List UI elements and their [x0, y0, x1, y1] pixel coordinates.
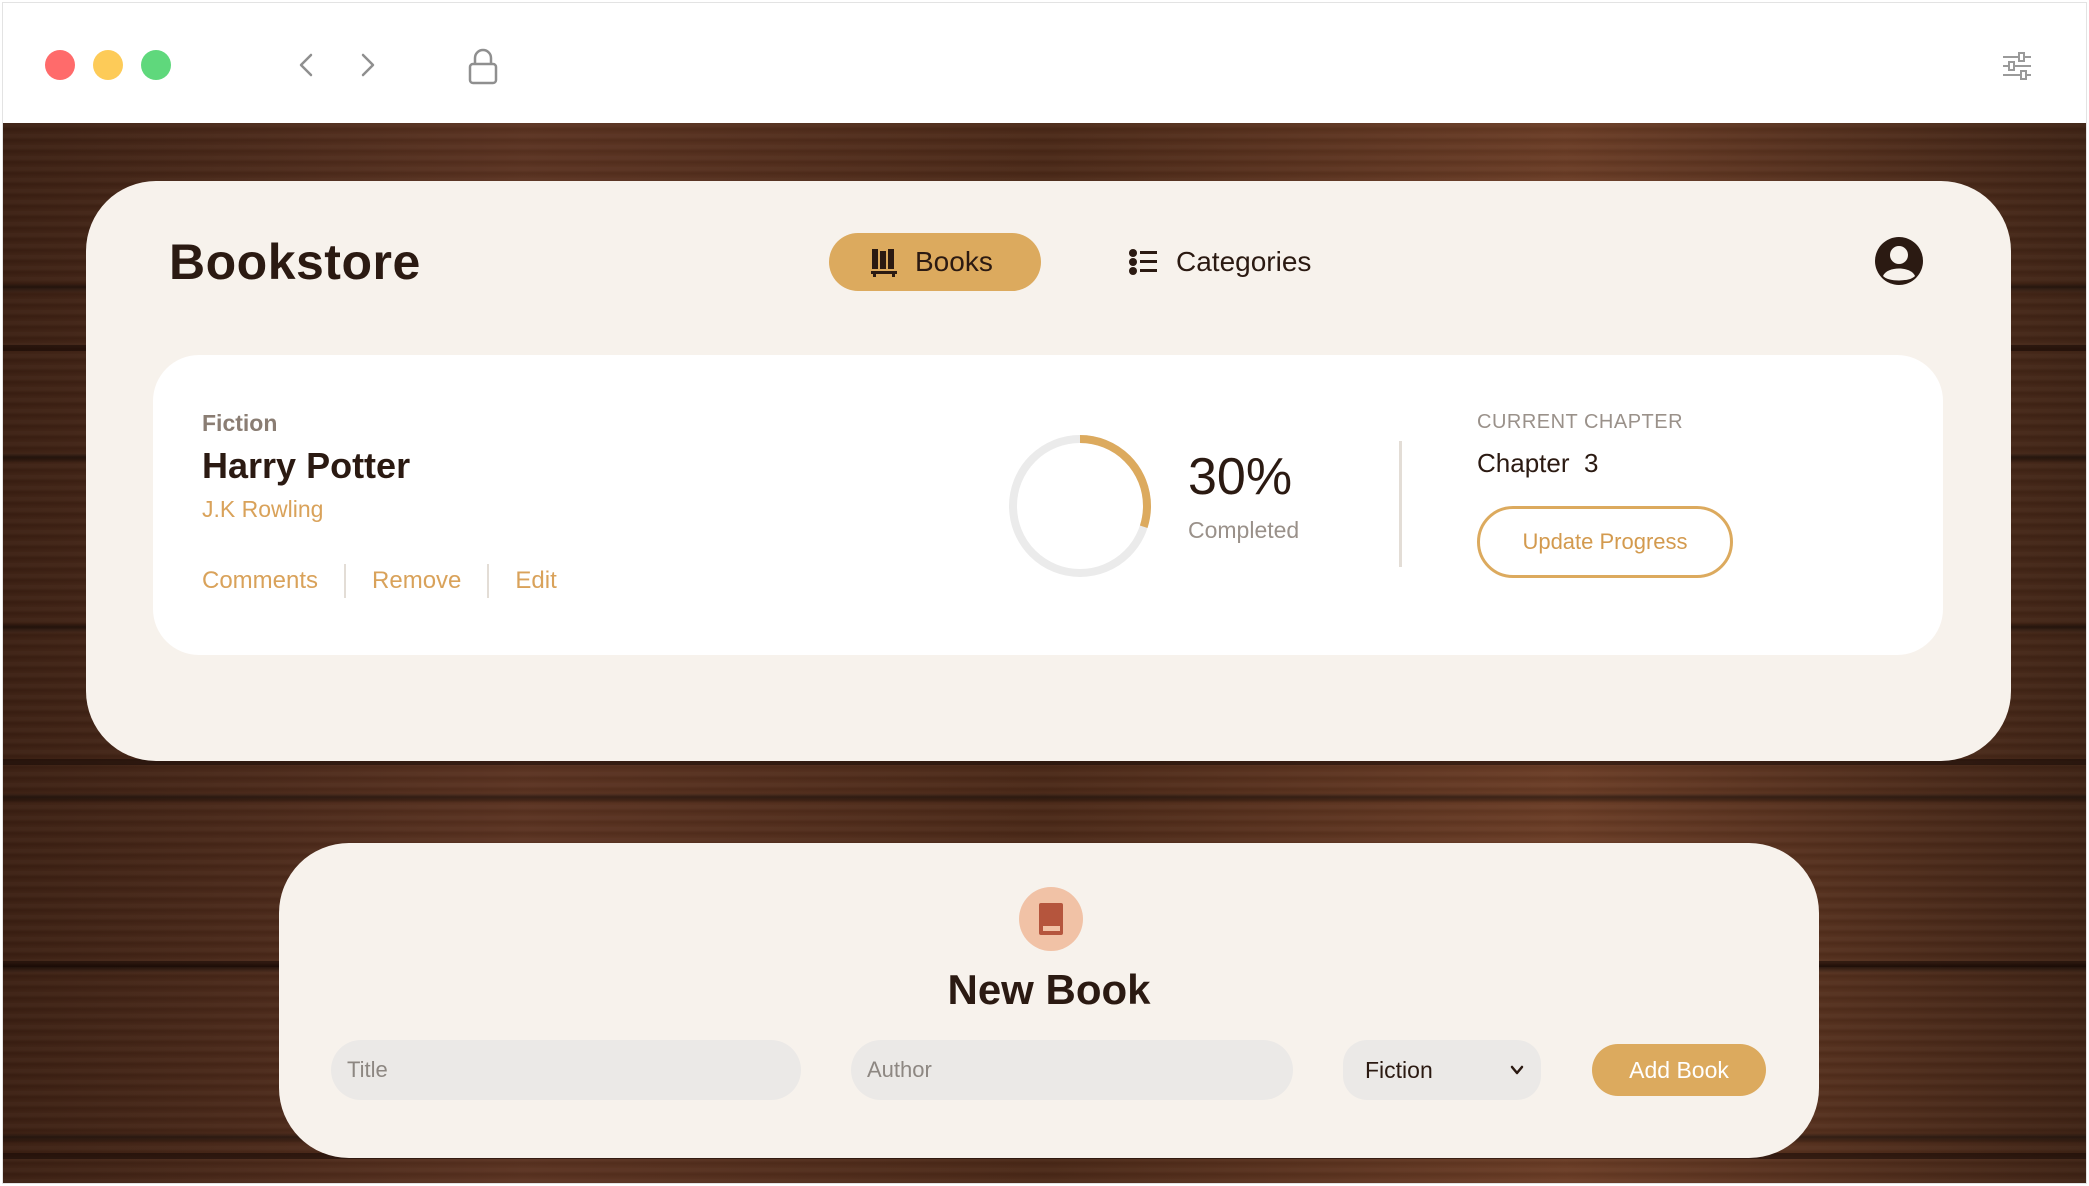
current-chapter-label: CURRENT CHAPTER	[1477, 411, 1684, 433]
progress-ring	[1009, 435, 1151, 577]
new-book-title: New Book	[947, 966, 1151, 1013]
edit-link[interactable]: Edit	[515, 567, 556, 595]
update-progress-button[interactable]: Update Progress	[1477, 506, 1733, 578]
current-chapter-value: Chapter 3	[1477, 448, 1599, 478]
bookstore-panel: Bookstore Books Categories Fiction Harry…	[86, 181, 2011, 761]
tab-categories-label: Categories	[1176, 246, 1312, 277]
list-icon	[1129, 249, 1157, 275]
bookshelf-icon	[871, 249, 897, 277]
lock-icon	[468, 48, 498, 85]
section-divider	[1399, 441, 1402, 567]
progress-percent: 30%	[1188, 448, 1293, 506]
title-input[interactable]	[331, 1040, 801, 1100]
minimize-window-button[interactable]	[93, 50, 123, 80]
settings-sliders-icon[interactable]	[2001, 51, 2033, 81]
add-book-button[interactable]: Add Book	[1592, 1044, 1766, 1096]
book-category: Fiction	[202, 410, 278, 436]
close-window-button[interactable]	[45, 50, 75, 80]
tab-categories[interactable]: Categories	[1122, 233, 1342, 291]
tab-books[interactable]: Books	[829, 233, 1041, 291]
maximize-window-button[interactable]	[141, 50, 171, 80]
chevron-down-icon	[1510, 1065, 1524, 1075]
author-input[interactable]	[851, 1040, 1293, 1100]
book-icon	[1019, 887, 1083, 951]
remove-link[interactable]: Remove	[372, 567, 461, 595]
browser-window: Bookstore Books Categories Fiction Harry…	[2, 2, 2087, 1184]
user-circle-icon[interactable]	[1873, 235, 1925, 287]
brand-title: Bookstore	[169, 234, 421, 290]
page-background: Bookstore Books Categories Fiction Harry…	[3, 123, 2086, 1183]
book-card: Fiction Harry Potter J.K Rowling Comment…	[153, 355, 1943, 655]
new-book-panel: New Book Fiction Add Book	[279, 843, 1819, 1158]
action-divider	[344, 564, 347, 598]
progress-completed-label: Completed	[1188, 517, 1300, 543]
comments-link[interactable]: Comments	[202, 567, 318, 595]
back-arrow-icon[interactable]	[289, 47, 325, 83]
forward-arrow-icon[interactable]	[349, 47, 385, 83]
book-actions: Comments Remove Edit	[202, 564, 557, 598]
action-divider	[487, 564, 490, 598]
book-author: J.K Rowling	[202, 496, 324, 522]
browser-titlebar	[3, 3, 2086, 123]
tab-books-label: Books	[915, 246, 993, 277]
book-title: Harry Potter	[202, 445, 411, 486]
category-select-value: Fiction	[1365, 1056, 1433, 1083]
category-select[interactable]: Fiction	[1343, 1040, 1541, 1100]
